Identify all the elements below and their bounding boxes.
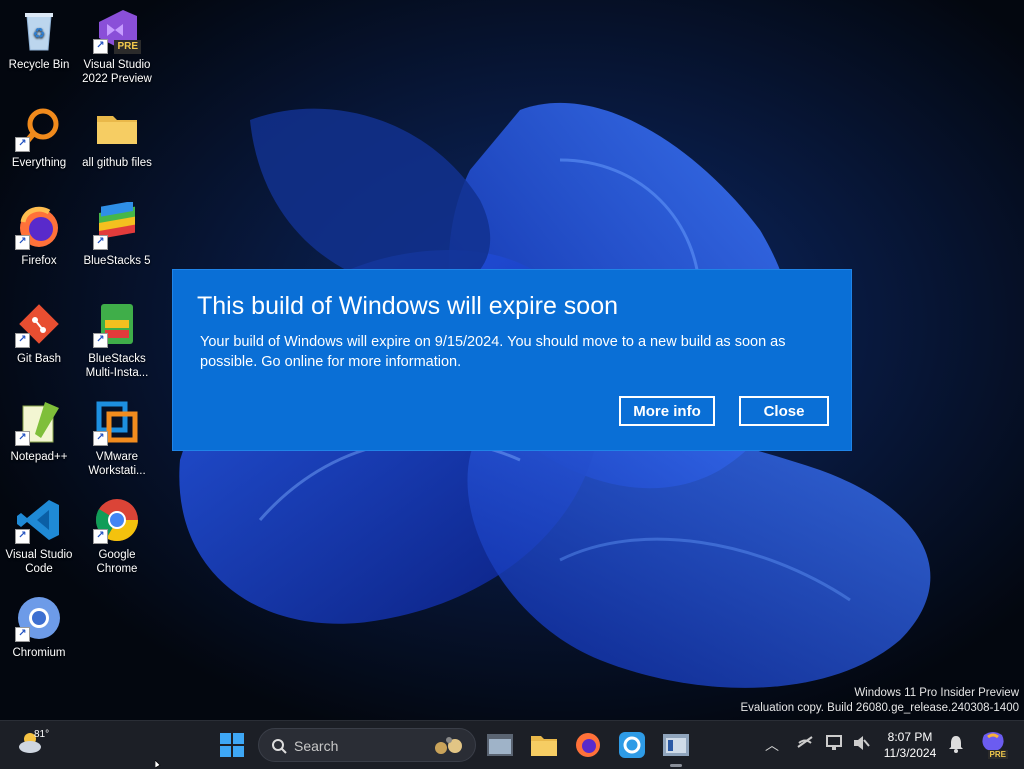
taskbar-clock[interactable]: 8:07 PM 11/3/2024 bbox=[880, 729, 940, 761]
vmware-icon: ↗ bbox=[93, 398, 141, 446]
desktop-icon-notepad-plus-plus[interactable]: ↗ Notepad++ bbox=[1, 394, 77, 486]
build-expiry-dialog: This build of Windows will expire soon Y… bbox=[172, 269, 852, 451]
weather-temperature: 81° bbox=[34, 729, 50, 740]
weather-widget[interactable]: 81° bbox=[16, 727, 49, 762]
shortcut-arrow-icon: ↗ bbox=[93, 431, 108, 446]
desktop-icon-label: Visual Studio 2022 Preview bbox=[82, 59, 152, 85]
taskbar-app-file-explorer[interactable] bbox=[528, 729, 560, 761]
notification-bell-icon[interactable] bbox=[948, 735, 964, 753]
network-disconnected-icon[interactable] bbox=[796, 735, 814, 751]
taskbar-app-sync[interactable] bbox=[616, 729, 648, 761]
desktop-icon-everything[interactable]: ↗ Everything bbox=[1, 100, 77, 192]
taskbar-app-firefox[interactable] bbox=[572, 729, 604, 761]
desktop-icon-label: VMware Workstati... bbox=[88, 451, 146, 477]
search-placeholder: Search bbox=[294, 738, 339, 754]
clock-time: 8:07 PM bbox=[887, 730, 933, 744]
desktop-icon-google-chrome[interactable]: ↗ Google Chrome bbox=[79, 492, 155, 584]
show-hidden-icons-chevron-icon[interactable]: ︿ bbox=[765, 735, 779, 755]
taskbar-app-window-2[interactable] bbox=[660, 729, 692, 767]
start-button[interactable] bbox=[216, 729, 248, 761]
dialog-message: Your build of Windows will expire on 9/1… bbox=[200, 334, 786, 370]
desktop-icon-bluestacks-multi-instance[interactable]: ↗ BlueStacks Multi-Insta... bbox=[79, 296, 155, 388]
desktop-icon-label: Chromium bbox=[12, 647, 66, 659]
firefox-icon bbox=[576, 733, 600, 757]
file-explorer-window-icon bbox=[487, 734, 513, 756]
taskbar-search-box[interactable]: Search bbox=[258, 728, 476, 762]
desktop-icon-label: BlueStacks Multi-Insta... bbox=[85, 353, 149, 379]
shortcut-arrow-icon: ↗ bbox=[15, 235, 30, 250]
search-highlight-icon bbox=[435, 737, 462, 754]
windows-logo-icon bbox=[220, 733, 244, 757]
taskbar-app-window[interactable] bbox=[484, 729, 516, 761]
folder-icon bbox=[531, 736, 557, 756]
visual-studio-icon: PRE ↗ bbox=[93, 6, 141, 54]
git-bash-icon: ↗ bbox=[15, 300, 63, 348]
more-info-button[interactable]: More info bbox=[619, 396, 715, 426]
desktop-icon-label: Git Bash bbox=[16, 353, 62, 365]
everything-search-icon: ↗ bbox=[15, 104, 63, 152]
desktop-icon-label: Notepad++ bbox=[10, 451, 68, 463]
search-icon bbox=[272, 739, 287, 754]
desktop-icon-recycle-bin[interactable]: ♻ Recycle Bin bbox=[1, 2, 77, 94]
recycle-bin-icon: ♻ bbox=[15, 6, 63, 54]
shortcut-arrow-icon: ↗ bbox=[93, 39, 108, 54]
desktop-icon-label: Recycle Bin bbox=[8, 59, 70, 71]
desktop-icon-git-bash[interactable]: ↗ Git Bash bbox=[1, 296, 77, 388]
folder-icon bbox=[93, 104, 141, 152]
desktop-icon-label: BlueStacks 5 bbox=[83, 255, 151, 267]
sync-app-icon bbox=[619, 732, 645, 758]
desktop-icon-firefox[interactable]: ↗ Firefox bbox=[1, 198, 77, 290]
bluestacks-multi-instance-icon: ↗ bbox=[93, 300, 141, 348]
shortcut-arrow-icon: ↗ bbox=[93, 235, 108, 250]
desktop-icon-vmware-workstation[interactable]: ↗ VMware Workstati... bbox=[79, 394, 155, 486]
running-indicator bbox=[670, 764, 682, 767]
shortcut-arrow-icon: ↗ bbox=[93, 529, 108, 544]
shortcut-arrow-icon: ↗ bbox=[15, 333, 30, 348]
desktop-icon-label: Visual Studio Code bbox=[5, 549, 73, 575]
clock-date: 11/3/2024 bbox=[883, 746, 937, 760]
firefox-icon: ↗ bbox=[15, 202, 63, 250]
vscode-icon: ↗ bbox=[15, 496, 63, 544]
desktop-icon-label: Everything bbox=[11, 157, 67, 169]
chrome-icon: ↗ bbox=[93, 496, 141, 544]
shortcut-arrow-icon: ↗ bbox=[15, 137, 30, 152]
shortcut-arrow-icon: ↗ bbox=[15, 431, 30, 446]
desktop-icon-visual-studio-2022-preview[interactable]: PRE ↗ Visual Studio 2022 Preview bbox=[79, 2, 155, 94]
svg-text:♻: ♻ bbox=[33, 25, 46, 41]
preview-badge: PRE bbox=[114, 40, 141, 54]
volume-muted-icon[interactable] bbox=[852, 735, 870, 751]
taskbar: 81° Search ︿ 8:07 PM 11/3/2024 PRE bbox=[0, 720, 1024, 769]
shortcut-arrow-icon: ↗ bbox=[93, 333, 108, 348]
shortcut-arrow-icon: ↗ bbox=[15, 627, 30, 642]
desktop-icon-all-github-files[interactable]: all github files bbox=[79, 100, 155, 192]
bluestacks-icon: ↗ bbox=[93, 200, 141, 250]
close-button[interactable]: Close bbox=[739, 396, 829, 426]
mouse-cursor-icon bbox=[155, 760, 161, 768]
desktop-icon-chromium[interactable]: ↗ Chromium bbox=[1, 590, 77, 682]
tray-preview-badge: PRE bbox=[987, 750, 1008, 759]
desktop-icon-bluestacks-5[interactable]: ↗ BlueStacks 5 bbox=[79, 198, 155, 290]
desktop-icon-label: Google Chrome bbox=[96, 549, 138, 575]
desktop-icon-visual-studio-code[interactable]: ↗ Visual Studio Code bbox=[1, 492, 77, 584]
desktop-icon-label: Firefox bbox=[21, 255, 57, 267]
shortcut-arrow-icon: ↗ bbox=[15, 529, 30, 544]
copilot-preview-button[interactable]: PRE bbox=[980, 731, 1008, 759]
display-icon[interactable] bbox=[826, 735, 844, 751]
chromium-icon: ↗ bbox=[15, 594, 63, 642]
window-app-icon bbox=[663, 734, 689, 756]
watermark-edition: Windows 11 Pro Insider Preview bbox=[854, 687, 1019, 699]
evaluation-watermark: Windows 11 Pro Insider Preview Evaluatio… bbox=[740, 686, 1019, 716]
desktop-icon-label: all github files bbox=[82, 157, 152, 169]
watermark-build: Evaluation copy. Build 26080.ge_release.… bbox=[740, 702, 1019, 714]
notepad-plus-plus-icon: ↗ bbox=[15, 398, 63, 446]
dialog-title: This build of Windows will expire soon bbox=[197, 292, 619, 320]
